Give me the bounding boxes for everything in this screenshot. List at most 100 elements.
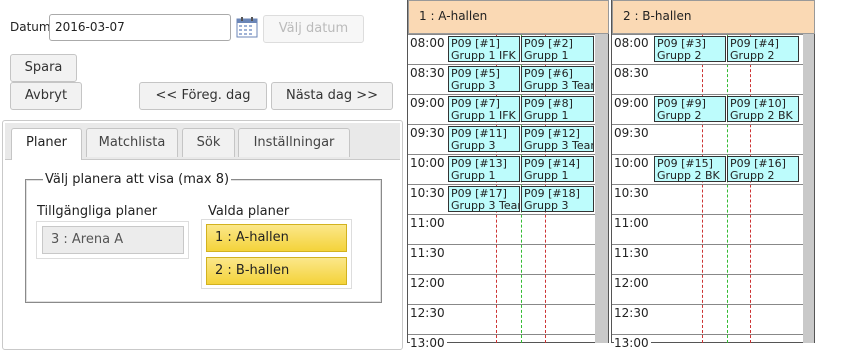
time-label: 11:00 [410, 216, 447, 230]
match-event[interactable]: P09 [#6] Grupp 3 Team [521, 66, 594, 92]
time-label: 09:00 [410, 96, 447, 110]
match-event[interactable]: P09 [#16] Grupp 2 [727, 156, 799, 182]
selected-item[interactable]: 1 : A-hallen [206, 224, 347, 252]
tab-installningar[interactable]: Inställningar [238, 128, 350, 157]
grid-line [408, 184, 595, 185]
match-event[interactable]: P09 [#10] Grupp 2 BK [727, 96, 799, 122]
match-event[interactable]: P09 [#12] Grupp 3 Team [521, 126, 594, 152]
event-team: Grupp 1 IFK [451, 49, 516, 62]
available-list: 3 : Arena A [36, 221, 189, 259]
tab-planer[interactable]: Planer [11, 128, 82, 160]
scrollbar[interactable] [803, 34, 814, 343]
cancel-button[interactable]: Avbryt [10, 82, 82, 110]
time-label: 13:00 [410, 336, 447, 350]
match-event[interactable]: P09 [#2] Grupp 1 [521, 36, 594, 62]
event-team: Grupp 2 [657, 109, 702, 122]
match-event[interactable]: P09 [#1] Grupp 1 IFK [448, 36, 520, 62]
match-event[interactable]: P09 [#13] Grupp 1 [448, 156, 520, 182]
selected-title: Valda planer [208, 204, 290, 219]
grid-line [612, 304, 803, 305]
grid-line [408, 304, 595, 305]
event-team: Grupp 1 [524, 49, 569, 62]
grid-line [408, 154, 595, 155]
match-event[interactable]: P09 [#4] Grupp 2 [727, 36, 799, 62]
match-event[interactable]: P09 [#5] Grupp 3 [448, 66, 520, 92]
available-item[interactable]: 3 : Arena A [42, 226, 184, 254]
match-event[interactable]: P09 [#18] Grupp 3 [521, 186, 594, 212]
time-label: 10:30 [614, 186, 651, 200]
grid-line [408, 274, 595, 275]
grid-guide-line [750, 34, 751, 343]
grid-line [408, 64, 595, 65]
selected-list: 1 : A-hallen 2 : B-hallen [201, 219, 352, 289]
time-label: 12:00 [410, 276, 447, 290]
grid-line [408, 94, 595, 95]
event-team: Grupp 1 IFK [451, 109, 516, 122]
grid-line [612, 94, 803, 95]
time-label: 12:30 [614, 306, 651, 320]
tab-matchlista[interactable]: Matchlista [86, 128, 178, 157]
event-team: Grupp 3 Team [524, 139, 594, 152]
time-label: 09:30 [614, 126, 651, 140]
match-event[interactable]: P09 [#9] Grupp 2 [654, 96, 726, 122]
time-grid: 08:00 08:30 09:00 09:30 10:00 10:30 11:00 11:30… [408, 34, 595, 350]
time-label: 10:30 [410, 186, 447, 200]
time-label: 10:00 [410, 156, 447, 170]
grid-line [612, 64, 803, 65]
match-event[interactable]: P09 [#15] Grupp 2 BK [654, 156, 726, 182]
date-input[interactable]: 2016-03-07 [49, 14, 231, 41]
selected-item[interactable]: 2 : B-hallen [206, 257, 347, 285]
event-team: Grupp 2 [730, 49, 775, 62]
grid-guide-line [702, 34, 703, 343]
grid-line [612, 334, 803, 335]
match-event[interactable]: P09 [#11] Grupp 3 [448, 126, 520, 152]
scrollbar[interactable] [595, 34, 608, 343]
save-button[interactable]: Spara [10, 54, 77, 82]
grid-line [408, 334, 595, 335]
event-team: Grupp 1 [524, 169, 569, 182]
time-grid: 08:00 08:30 09:00 09:30 10:00 10:30 11:00 11:30… [612, 34, 803, 350]
grid-line [612, 34, 803, 35]
plan-selector: Välj planera att visa (max 8) Tillgängli… [25, 172, 382, 303]
time-label: 11:30 [410, 246, 447, 260]
event-team: Grupp 2 BK [730, 109, 793, 122]
time-label: 12:30 [410, 306, 447, 320]
grid-line [612, 214, 803, 215]
grid-line [612, 244, 803, 245]
time-label: 09:30 [410, 126, 447, 140]
grid-line [612, 184, 803, 185]
match-event[interactable]: P09 [#14] Grupp 1 [521, 156, 594, 182]
tab-sok[interactable]: Sök [182, 128, 235, 157]
event-team: Grupp 3 Team [524, 79, 594, 92]
grid-line [612, 154, 803, 155]
time-label: 08:00 [614, 36, 651, 50]
match-event[interactable]: P09 [#17]Grupp 3 Team [448, 186, 520, 212]
time-label: 11:30 [614, 246, 651, 260]
next-day-button[interactable]: Nästa dag >> [271, 82, 393, 110]
time-label: 12:00 [614, 276, 651, 290]
grid-line [408, 124, 595, 125]
prev-day-button[interactable]: << Föreg. dag [139, 82, 267, 110]
grid-line [408, 214, 595, 215]
schedule-column-a: 1 : A-hallen 08:00 08:30 09:00 09:30 10:00 10… [407, 0, 609, 350]
plan-legend: Välj planera att visa (max 8) [43, 172, 232, 187]
grid-guide-line [727, 34, 728, 343]
choose-date-button[interactable]: Välj datum [263, 15, 364, 43]
time-label: 10:00 [614, 156, 651, 170]
date-label: Datum: [10, 20, 55, 34]
event-team: Grupp 2 BK [657, 169, 720, 182]
tabs-panel: Planer Matchlista Sök Inställningar Välj… [2, 120, 403, 350]
calendar-icon[interactable] [236, 16, 258, 38]
grid-line [612, 274, 803, 275]
match-event[interactable]: P09 [#8] Grupp 1 [521, 96, 594, 122]
grid-line [612, 124, 803, 125]
match-event[interactable]: P09 [#3] Grupp 2 [654, 36, 726, 62]
grid-line [408, 244, 595, 245]
time-label: 08:30 [410, 66, 447, 80]
match-event[interactable]: P09 [#7] Grupp 1 IFK [448, 96, 520, 122]
event-team: Grupp 2 [730, 169, 775, 182]
grid-line [408, 34, 595, 35]
column-header: 2 : B-hallen [612, 0, 815, 34]
time-label: 13:00 [614, 336, 651, 350]
time-label: 08:00 [410, 36, 447, 50]
